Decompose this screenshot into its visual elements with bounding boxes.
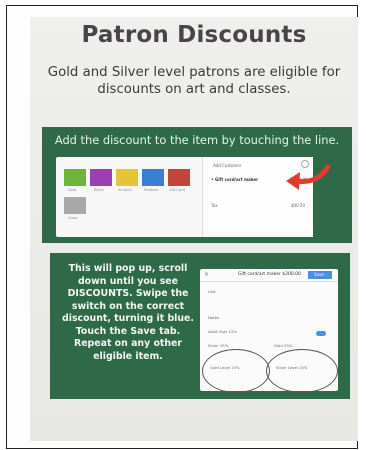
tile-silver-label: Silver xyxy=(94,188,105,192)
instruction-panel-top: Add the discount to the item by touching… xyxy=(42,127,352,243)
sign-subtitle: Gold and Silver level patrons are eligib… xyxy=(34,64,354,98)
instruction-line: down until you see xyxy=(77,275,179,287)
popup-title: Gift card/art maker $200.00 xyxy=(238,272,301,277)
popup-row: Gold 25% xyxy=(274,343,293,348)
pos-screen-bottom: × Gift card/art maker $200.00 Save Unit … xyxy=(200,269,338,393)
tile-gold-label: Gold xyxy=(68,188,77,192)
highlight-circle-right xyxy=(266,349,338,393)
highlight-circle-left xyxy=(202,349,270,393)
popup-row: Adult Sale 15% xyxy=(208,329,237,334)
tile-class xyxy=(64,197,86,214)
line-item: • Gift card/art maker xyxy=(211,177,259,182)
tile-scratch-label: Scratch xyxy=(118,188,132,192)
circle-right-label: Silver Level 15% xyxy=(276,365,308,370)
tile-stickers xyxy=(142,169,164,186)
instruction-line: eligible item. xyxy=(93,350,163,362)
panel-top-caption: Add the discount to the item by touching… xyxy=(54,133,340,147)
instruction-line: Repeat on any other xyxy=(73,338,183,349)
popup-row: Notes xyxy=(208,315,219,320)
instruction-line: discount, turning it blue. xyxy=(62,313,194,324)
tile-scratch xyxy=(116,169,138,186)
circle-left-label: Gold Level 15% xyxy=(210,365,240,370)
instruction-line: DISCOUNTS. Swipe the xyxy=(67,288,189,299)
sidepanel-title: Add Customer xyxy=(213,163,242,168)
tile-giftcard-label: Gift Card xyxy=(169,188,185,192)
popup-row: Unit xyxy=(208,289,216,294)
tile-gold xyxy=(64,169,86,186)
sign-title: Patron Discounts xyxy=(81,22,307,48)
red-arrow-icon xyxy=(286,164,331,190)
instruction-line: switch on the correct xyxy=(71,300,185,312)
tile-stickers-label: Stickers xyxy=(144,188,159,192)
discount-toggle xyxy=(316,331,326,336)
popup-header: × Gift card/art maker $200.00 Save xyxy=(200,269,338,282)
tile-class-label: Class xyxy=(68,216,78,220)
close-icon: × xyxy=(204,271,210,278)
tile-silver xyxy=(90,169,112,186)
save-button-label: Save xyxy=(314,272,324,277)
subtitle-line-2: discounts on art and classes. xyxy=(97,82,291,97)
subtitle-line-1: Gold and Silver level patrons are eligib… xyxy=(47,65,341,80)
tax-value: $00.50 xyxy=(291,203,305,208)
tax-label: Tax xyxy=(211,203,218,208)
instruction-panel-bottom: This will pop up, scroll down until you … xyxy=(50,253,350,399)
instruction-line: This will pop up, scroll xyxy=(68,263,188,274)
instructions-text: This will pop up, scroll down until you … xyxy=(58,263,198,363)
instruction-line: Touch the Save tab. xyxy=(75,325,181,337)
tile-giftcard xyxy=(168,169,190,186)
popup-row: Silver 15% xyxy=(208,343,229,348)
